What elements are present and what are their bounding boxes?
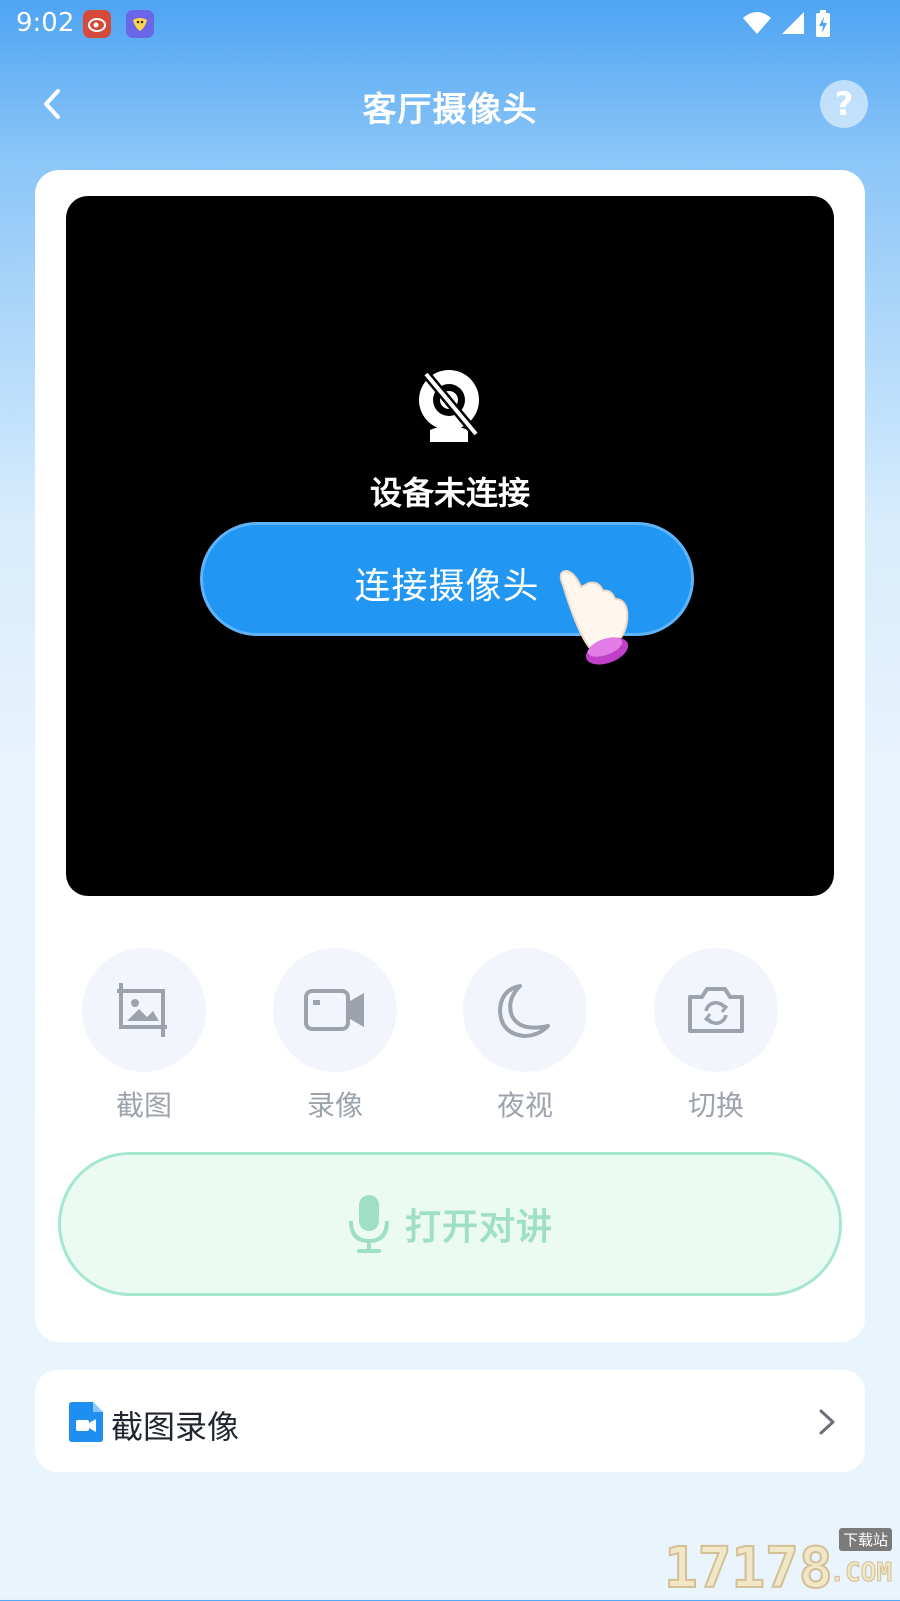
video-camera-icon — [304, 989, 364, 1031]
night-vision-label: 夜视 — [496, 1089, 553, 1122]
status-bar: 9:02 — [0, 0, 900, 48]
chevron-right-icon — [819, 1409, 835, 1435]
device-status-text: 设备未连接 — [369, 474, 530, 512]
camera-preview: 设备未连接 连接摄像头 — [66, 196, 834, 896]
media-entry[interactable]: 截图录像 — [35, 1370, 865, 1472]
weibo-app-icon — [83, 10, 111, 38]
status-time: 9:02 — [16, 8, 75, 38]
video-file-icon — [69, 1402, 103, 1442]
help-button[interactable]: ? — [820, 80, 868, 128]
watermark-domain: .COM — [829, 1558, 893, 1589]
open-intercom-button[interactable]: 打开对讲 — [58, 1152, 842, 1296]
switch-camera-icon — [688, 987, 744, 1033]
bird-app-icon — [126, 10, 154, 38]
camera-card: 设备未连接 连接摄像头 截图 录像 夜视 切换 打开对讲 — [35, 170, 865, 1342]
microphone-icon — [348, 1195, 389, 1253]
screenshot-label: 截图 — [115, 1089, 172, 1122]
switch-camera-label: 切换 — [687, 1089, 744, 1122]
watermark-digits: 17178 — [663, 1535, 834, 1601]
open-intercom-label: 打开对讲 — [404, 1207, 553, 1248]
connect-camera-button[interactable]: 连接摄像头 — [200, 522, 694, 665]
watermark-tag: 下载站 — [838, 1528, 892, 1551]
watermark-logo: 17178 下载站 .COM — [663, 1528, 893, 1601]
switch-camera-tool[interactable]: 切换 — [651, 948, 781, 1122]
wifi-icon — [743, 12, 771, 34]
screenshot-tool[interactable]: 截图 — [79, 948, 209, 1122]
media-entry-label: 截图录像 — [111, 1408, 240, 1446]
battery-charging-icon — [816, 10, 830, 37]
page-title: 客厅摄像头 — [362, 90, 538, 130]
record-tool[interactable]: 录像 — [270, 948, 400, 1122]
camera-off-icon — [419, 370, 480, 442]
signal-icon — [782, 12, 804, 34]
pointing-hand-icon — [559, 569, 629, 665]
record-label: 录像 — [306, 1089, 363, 1122]
moon-icon — [498, 984, 550, 1038]
camera-tools: 截图 录像 夜视 切换 — [35, 948, 865, 1122]
header: 客厅摄像头 ? — [0, 64, 900, 144]
night-vision-tool[interactable]: 夜视 — [460, 948, 590, 1122]
screenshot-icon — [117, 983, 167, 1037]
